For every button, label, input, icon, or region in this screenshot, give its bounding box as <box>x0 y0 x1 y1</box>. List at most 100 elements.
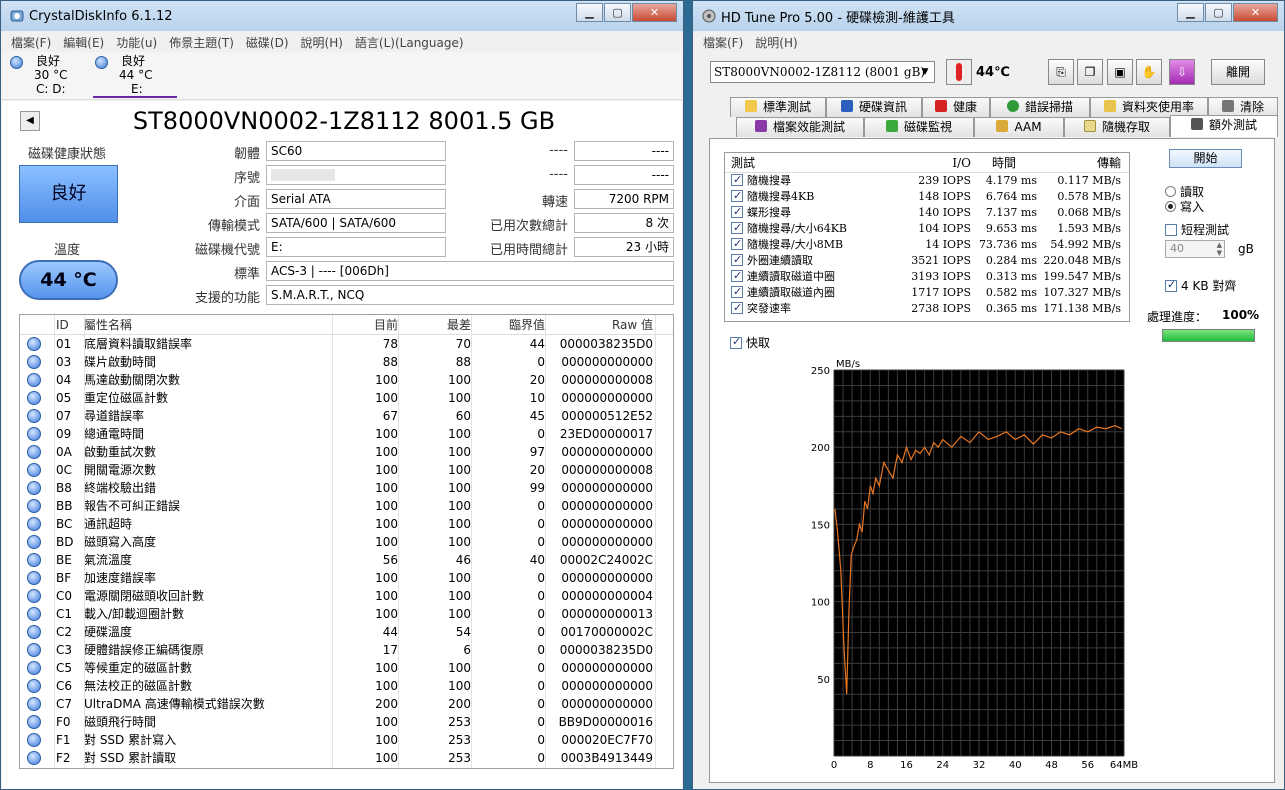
cache-checkbox[interactable]: 快取 <box>730 334 770 351</box>
smart-row[interactable]: 0A 啟動重試次數 100 100 97 000000000000 <box>20 443 673 461</box>
smart-row[interactable]: BE 氣流溫度 56 46 40 00002C24002C <box>20 551 673 569</box>
smart-row[interactable]: 01 底層資料讀取錯誤率 78 70 44 0000038235D0 <box>20 335 673 353</box>
test-results-list[interactable]: 測試 I/O 時間 傳輸 隨機搜尋 239 IOPS 4.179 ms 0.117 M… <box>724 152 1130 322</box>
col-time[interactable]: 時間 <box>971 153 1037 172</box>
options-icon[interactable]: ✋ <box>1136 59 1162 85</box>
smart-row[interactable]: 07 尋道錯誤率 67 60 45 000000512E52 <box>20 407 673 425</box>
minimize-button[interactable]: ▁ <box>1177 3 1204 22</box>
menu-help[interactable]: 說明(H) <box>755 34 797 51</box>
maximize-button[interactable]: ▢ <box>604 3 631 22</box>
smart-row[interactable]: C7 UltraDMA 高速傳輸模式錯誤次數 200 200 0 000000000000 <box>20 695 673 713</box>
col-attribute[interactable]: 屬性名稱 <box>84 315 334 334</box>
drive-tab-c[interactable]: 良好 30 °C C: D: <box>8 54 88 96</box>
menu-disk[interactable]: 磁碟(D) <box>246 34 289 51</box>
tab-folder-usage[interactable]: 資料夾使用率 <box>1090 97 1208 117</box>
checkbox-checked-icon[interactable] <box>731 205 743 220</box>
smart-row[interactable]: 03 碟片啟動時間 88 88 0 000000000000 <box>20 353 673 371</box>
test-row[interactable]: 隨機搜尋/大小64KB 104 IOPS 9.653 ms 1.593 MB/s <box>725 221 1129 237</box>
short-test-checkbox[interactable]: 短程測試 <box>1165 221 1229 238</box>
checkbox-checked-icon[interactable] <box>731 173 743 188</box>
test-row[interactable]: 連續讀取磁道中圈 3193 IOPS 0.313 ms 199.547 MB/s <box>725 269 1129 285</box>
smart-row[interactable]: BD 磁頭寫入高度 100 100 0 000000000000 <box>20 533 673 551</box>
tab-file-benchmark[interactable]: 檔案效能測試 <box>736 117 864 137</box>
smart-row[interactable]: F2 對 SSD 累計讀取 100 253 0 0003B4913449 <box>20 749 673 767</box>
test-row[interactable]: 隨機搜尋/大小8MB 14 IOPS 73.736 ms 54.992 MB/s <box>725 237 1129 253</box>
short-test-size-input[interactable]: 40 ▲ ▼ <box>1165 240 1225 258</box>
checkbox-checked-icon[interactable] <box>731 301 743 316</box>
smart-row[interactable]: F1 對 SSD 累計寫入 100 253 0 000020EC7F70 <box>20 731 673 749</box>
test-time: 73.736 ms <box>978 238 1037 251</box>
cdi-titlebar[interactable]: CrystalDiskInfo 6.1.12 ▁ ▢ ✕ <box>1 1 683 31</box>
menu-help[interactable]: 說明(H) <box>301 34 343 51</box>
test-row[interactable]: 突發速率 2738 IOPS 0.365 ms 171.138 MB/s <box>725 301 1129 317</box>
col-threshold[interactable]: 臨界值 <box>471 315 545 334</box>
checkbox-checked-icon[interactable] <box>731 269 743 284</box>
test-row[interactable]: 連續讀取磁道內圈 1717 IOPS 0.582 ms 107.327 MB/s <box>725 285 1129 301</box>
tab-random-access[interactable]: 隨機存取 <box>1064 117 1170 137</box>
smart-row[interactable]: C1 載入/卸載迴圈計數 100 100 0 000000000013 <box>20 605 673 623</box>
align-4kb-checkbox[interactable]: 4 KB 對齊 <box>1165 277 1236 294</box>
smart-row[interactable]: C5 等候重定的磁區計數 100 100 0 000000000000 <box>20 659 673 677</box>
menu-function[interactable]: 功能(u) <box>116 34 157 51</box>
col-raw[interactable]: Raw 值 <box>545 315 653 334</box>
checkbox-checked-icon[interactable] <box>731 253 743 268</box>
maximize-button[interactable]: ▢ <box>1205 3 1232 22</box>
tab-erase[interactable]: 清除 <box>1208 97 1278 117</box>
close-button[interactable]: ✕ <box>1233 3 1278 22</box>
menu-edit[interactable]: 編輯(E) <box>63 34 104 51</box>
write-radio[interactable]: 寫入 <box>1165 198 1204 215</box>
smart-row[interactable]: B8 終端校驗出錯 100 100 99 000000000000 <box>20 479 673 497</box>
smart-row[interactable]: C2 硬碟溫度 44 54 0 00170000002C <box>20 623 673 641</box>
col-id[interactable]: ID <box>54 315 84 334</box>
tab-benchmark[interactable]: 標準測試 <box>730 97 826 117</box>
col-current[interactable]: 目前 <box>334 315 398 334</box>
drive-select[interactable]: ST8000VN0002-1Z8112 (8001 gB) ▼ <box>710 61 935 83</box>
smart-row[interactable]: C6 無法校正的磁區計數 100 100 0 000000000000 <box>20 677 673 695</box>
close-button[interactable]: ✕ <box>632 3 677 22</box>
checkbox-checked-icon[interactable] <box>731 189 743 204</box>
col-worst[interactable]: 最差 <box>398 315 471 334</box>
download-icon[interactable]: ⇩ <box>1169 59 1195 85</box>
copy-screenshot-icon[interactable]: ❐ <box>1077 59 1103 85</box>
test-row[interactable]: 隨機搜尋 239 IOPS 4.179 ms 0.117 MB/s <box>725 173 1129 189</box>
smart-row[interactable]: BB 報告不可糾正錯誤 100 100 0 000000000000 <box>20 497 673 515</box>
test-row[interactable]: 外圈連續讀取 3521 IOPS 0.284 ms 220.048 MB/s <box>725 253 1129 269</box>
smart-row[interactable]: C0 電源關閉磁頭收回計數 100 100 0 000000000004 <box>20 587 673 605</box>
smart-row[interactable]: 05 重定位磁區計數 100 100 10 000000000000 <box>20 389 673 407</box>
menu-file[interactable]: 檔案(F) <box>11 34 51 51</box>
col-transfer[interactable]: 傳輸 <box>1037 153 1127 172</box>
menu-language[interactable]: 語言(L)(Language) <box>355 34 464 51</box>
checkbox-checked-icon[interactable] <box>731 221 743 236</box>
start-button[interactable]: 開始 <box>1169 149 1242 168</box>
smart-row[interactable]: F0 磁頭飛行時間 100 253 0 BB9D00000016 <box>20 713 673 731</box>
tab-extra-tests[interactable]: 額外測試 <box>1170 115 1278 137</box>
hdt-titlebar[interactable]: HD Tune Pro 5.00 - 硬碟檢測-維護工具 ▁ ▢ ✕ <box>693 1 1284 31</box>
smart-row[interactable]: 0C 開關電源次數 100 100 20 000000000008 <box>20 461 673 479</box>
smart-attribute-table[interactable]: ID 屬性名稱 目前 最差 臨界值 Raw 值 01 底層資料讀取錯誤率 78 70 4… <box>19 314 674 769</box>
copy-icon[interactable]: ⎘ <box>1048 59 1074 85</box>
smart-row[interactable]: BF 加速度錯誤率 100 100 0 000000000000 <box>20 569 673 587</box>
tab-aam[interactable]: AAM <box>974 117 1064 137</box>
minimize-button[interactable]: ▁ <box>576 3 603 22</box>
col-io[interactable]: I/O <box>897 153 971 172</box>
menu-file[interactable]: 檔案(F) <box>703 34 743 51</box>
spinner-arrows-icon[interactable]: ▲ ▼ <box>1217 241 1222 257</box>
col-test[interactable]: 測試 <box>725 153 897 172</box>
smart-row[interactable]: C3 硬體錯誤修正編碼復原 17 6 0 0000038235D0 <box>20 641 673 659</box>
checkbox-checked-icon[interactable] <box>731 237 743 252</box>
save-icon[interactable]: ▣ <box>1107 59 1133 85</box>
tab-health[interactable]: 健康 <box>922 97 990 117</box>
smart-row[interactable]: 09 總通電時間 100 100 0 23ED00000017 <box>20 425 673 443</box>
drive-tab-e[interactable]: 良好 44 °C E: <box>93 54 177 98</box>
test-row[interactable]: 隨機搜尋4KB 148 IOPS 6.764 ms 0.578 MB/s <box>725 189 1129 205</box>
smart-row[interactable]: 04 馬達啟動關閉次數 100 100 20 000000000008 <box>20 371 673 389</box>
tab-disk-monitor[interactable]: 磁碟監視 <box>864 117 974 137</box>
exit-button[interactable]: 離開 <box>1211 59 1265 85</box>
health-status-badge[interactable]: 良好 <box>19 165 118 223</box>
tab-error-scan[interactable]: 錯誤掃描 <box>990 97 1090 117</box>
smart-row[interactable]: BC 通訊超時 100 100 0 000000000000 <box>20 515 673 533</box>
checkbox-checked-icon[interactable] <box>731 285 743 300</box>
tab-info[interactable]: 硬碟資訊 <box>826 97 922 117</box>
menu-theme[interactable]: 佈景主題(T) <box>169 34 234 51</box>
test-row[interactable]: 蝶形搜尋 140 IOPS 7.137 ms 0.068 MB/s <box>725 205 1129 221</box>
